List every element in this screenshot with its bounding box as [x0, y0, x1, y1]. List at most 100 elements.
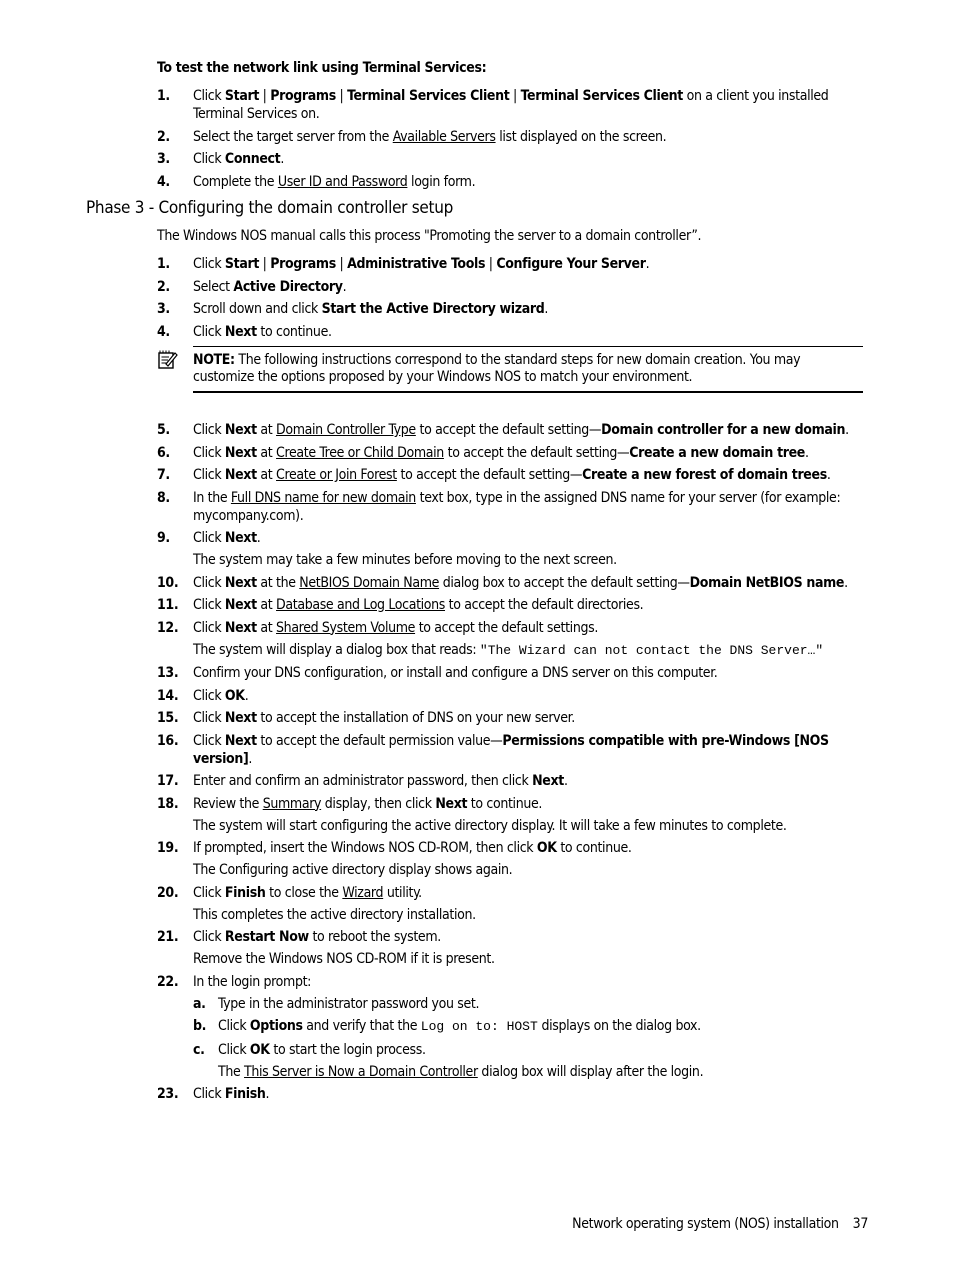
step-number: 2. [157, 278, 170, 295]
step-number: 8. [157, 489, 170, 506]
text: Click [193, 929, 225, 945]
screen-name: Create Tree or Child Domain [276, 444, 444, 461]
text: | [259, 88, 271, 104]
document-page: To test the network link using Terminal … [0, 0, 954, 1270]
text: Click [193, 88, 225, 104]
screen-name: Wizard [342, 884, 384, 901]
text: display, then click [321, 795, 436, 812]
step-item: 13. Confirm your DNS configuration, or in… [157, 664, 869, 682]
screen-name: Full DNS name for new domain [230, 489, 416, 506]
text: In the login prompt: [193, 973, 312, 990]
step-item: 20. Click Finish to close the Wizard util… [157, 884, 869, 924]
ui-term: Active Directory [233, 278, 343, 295]
text: at [256, 422, 277, 438]
step-number: 1. [157, 256, 170, 272]
note-body: The following instructions correspond to… [193, 352, 801, 385]
ui-term: Next [224, 574, 257, 591]
step-item: 3. Click Connect. [157, 150, 869, 168]
step-text: Click Next. [193, 529, 869, 547]
step-item: 4. Complete the User ID and Password logi… [157, 173, 869, 191]
ui-term: Finish [224, 884, 266, 901]
text: Enter and confirm an administrator passw… [193, 773, 533, 789]
step-text: Click OK. [193, 687, 869, 705]
step-number: 11. [157, 597, 179, 613]
ui-term: Options [249, 1018, 303, 1034]
step-result-text: The system may take a few minutes before… [193, 551, 869, 569]
step-result-text: This completes the active directory inst… [193, 906, 869, 924]
text: . [844, 574, 848, 591]
text: . [645, 256, 650, 272]
step-text: Click Connect. [193, 150, 869, 168]
ui-term: Domain controller for a new domain [601, 422, 846, 438]
text: In the [193, 489, 231, 506]
screen-name: User ID and Password [277, 173, 408, 190]
ui-term: Restart Now [224, 929, 309, 945]
step-number: 23. [157, 1086, 179, 1102]
step-item: 12. Click Next at Shared System Volume to… [157, 619, 869, 660]
text: at [256, 597, 277, 613]
step-number: 3. [157, 301, 170, 317]
note-bottom-rule [193, 391, 863, 393]
ui-term: Next [435, 795, 468, 812]
text: Select the target server from the [193, 128, 393, 145]
step-text: Type in the administrator password you s… [218, 995, 869, 1013]
step-text: Click Next at the NetBIOS Domain Name di… [193, 574, 869, 592]
step-text: Click Next at Shared System Volume to ac… [193, 619, 869, 637]
ui-term: Next [224, 422, 257, 438]
ui-term: Start the Active Directory wizard [321, 301, 545, 317]
step-item: 19. If prompted, insert the Windows NOS C… [157, 839, 869, 879]
text: to accept the default settings. [415, 619, 599, 636]
step-item: 5. Click Next at Domain Controller Type t… [157, 421, 869, 439]
text: . [544, 301, 549, 317]
text: . [280, 151, 284, 167]
terminal-services-steps: 1. Click Start | Programs | Terminal Serv… [157, 87, 869, 195]
step-number: 7. [157, 467, 170, 483]
ui-term: Create a new forest of domain trees [582, 467, 827, 483]
text: . [826, 467, 831, 483]
step-item: 14. Click OK. [157, 687, 869, 705]
page-number: 37 [852, 1216, 869, 1232]
text: to close the [265, 884, 343, 901]
step-text: In the login prompt: [193, 973, 869, 991]
step-text: Click Restart Now to reboot the system. [193, 928, 869, 946]
step-text: Click Next to continue. [193, 323, 869, 341]
step-number: 12. [157, 619, 179, 636]
step-item: 23. Click Finish. [157, 1085, 869, 1103]
step-item: 22. In the login prompt: a. Type in the adm… [157, 973, 869, 1081]
step-item: 16. Click Next to accept the default perm… [157, 732, 869, 768]
step-number: a. [193, 995, 206, 1012]
step-text: Click Next to accept the default permiss… [193, 732, 869, 768]
text: Review the [193, 795, 263, 812]
step-number: 14. [157, 687, 179, 704]
phase3-steps-1-4: 1. Click Start | Programs | Administrativ… [157, 255, 869, 345]
text: displays on the dialog box. [537, 1018, 701, 1034]
step-item: 2. Select Active Directory. [157, 278, 869, 296]
text: The system may take a few minutes before… [193, 552, 617, 568]
step-number: 17. [157, 773, 179, 789]
step-number: 18. [157, 795, 179, 812]
step-number: 15. [157, 710, 179, 726]
substep-item: c. Click OK to start the login process. Th… [193, 1041, 869, 1081]
text: Click [193, 732, 225, 749]
ui-term: Terminal Services Client [520, 88, 684, 104]
ui-term: Finish [224, 1086, 266, 1102]
text: list displayed on the screen. [495, 128, 667, 145]
text: . [805, 444, 809, 461]
step-number: b. [193, 1018, 207, 1034]
text: at the [256, 574, 300, 591]
text: at [256, 467, 277, 483]
intro-paragraph: The Windows NOS manual calls this proces… [157, 228, 702, 244]
step-item: 4. Click Next to continue. [157, 323, 869, 341]
step-number: 22. [157, 973, 179, 990]
text: to accept the default setting— [396, 467, 583, 483]
step-item: 9. Click Next. The system may take a few m… [157, 529, 869, 569]
ui-term: Next [224, 444, 257, 461]
step-text: Scroll down and click Start the Active D… [193, 300, 869, 318]
ui-term: Next [224, 710, 257, 726]
text: Click [193, 256, 225, 272]
step-item: 17. Enter and confirm an administrator pa… [157, 772, 869, 790]
ui-term: Programs [270, 88, 336, 104]
step-text: Click Next at Database and Log Locations… [193, 596, 869, 614]
screen-name: Available Servers [392, 128, 496, 145]
text: dialog box to accept the default setting… [439, 574, 690, 591]
